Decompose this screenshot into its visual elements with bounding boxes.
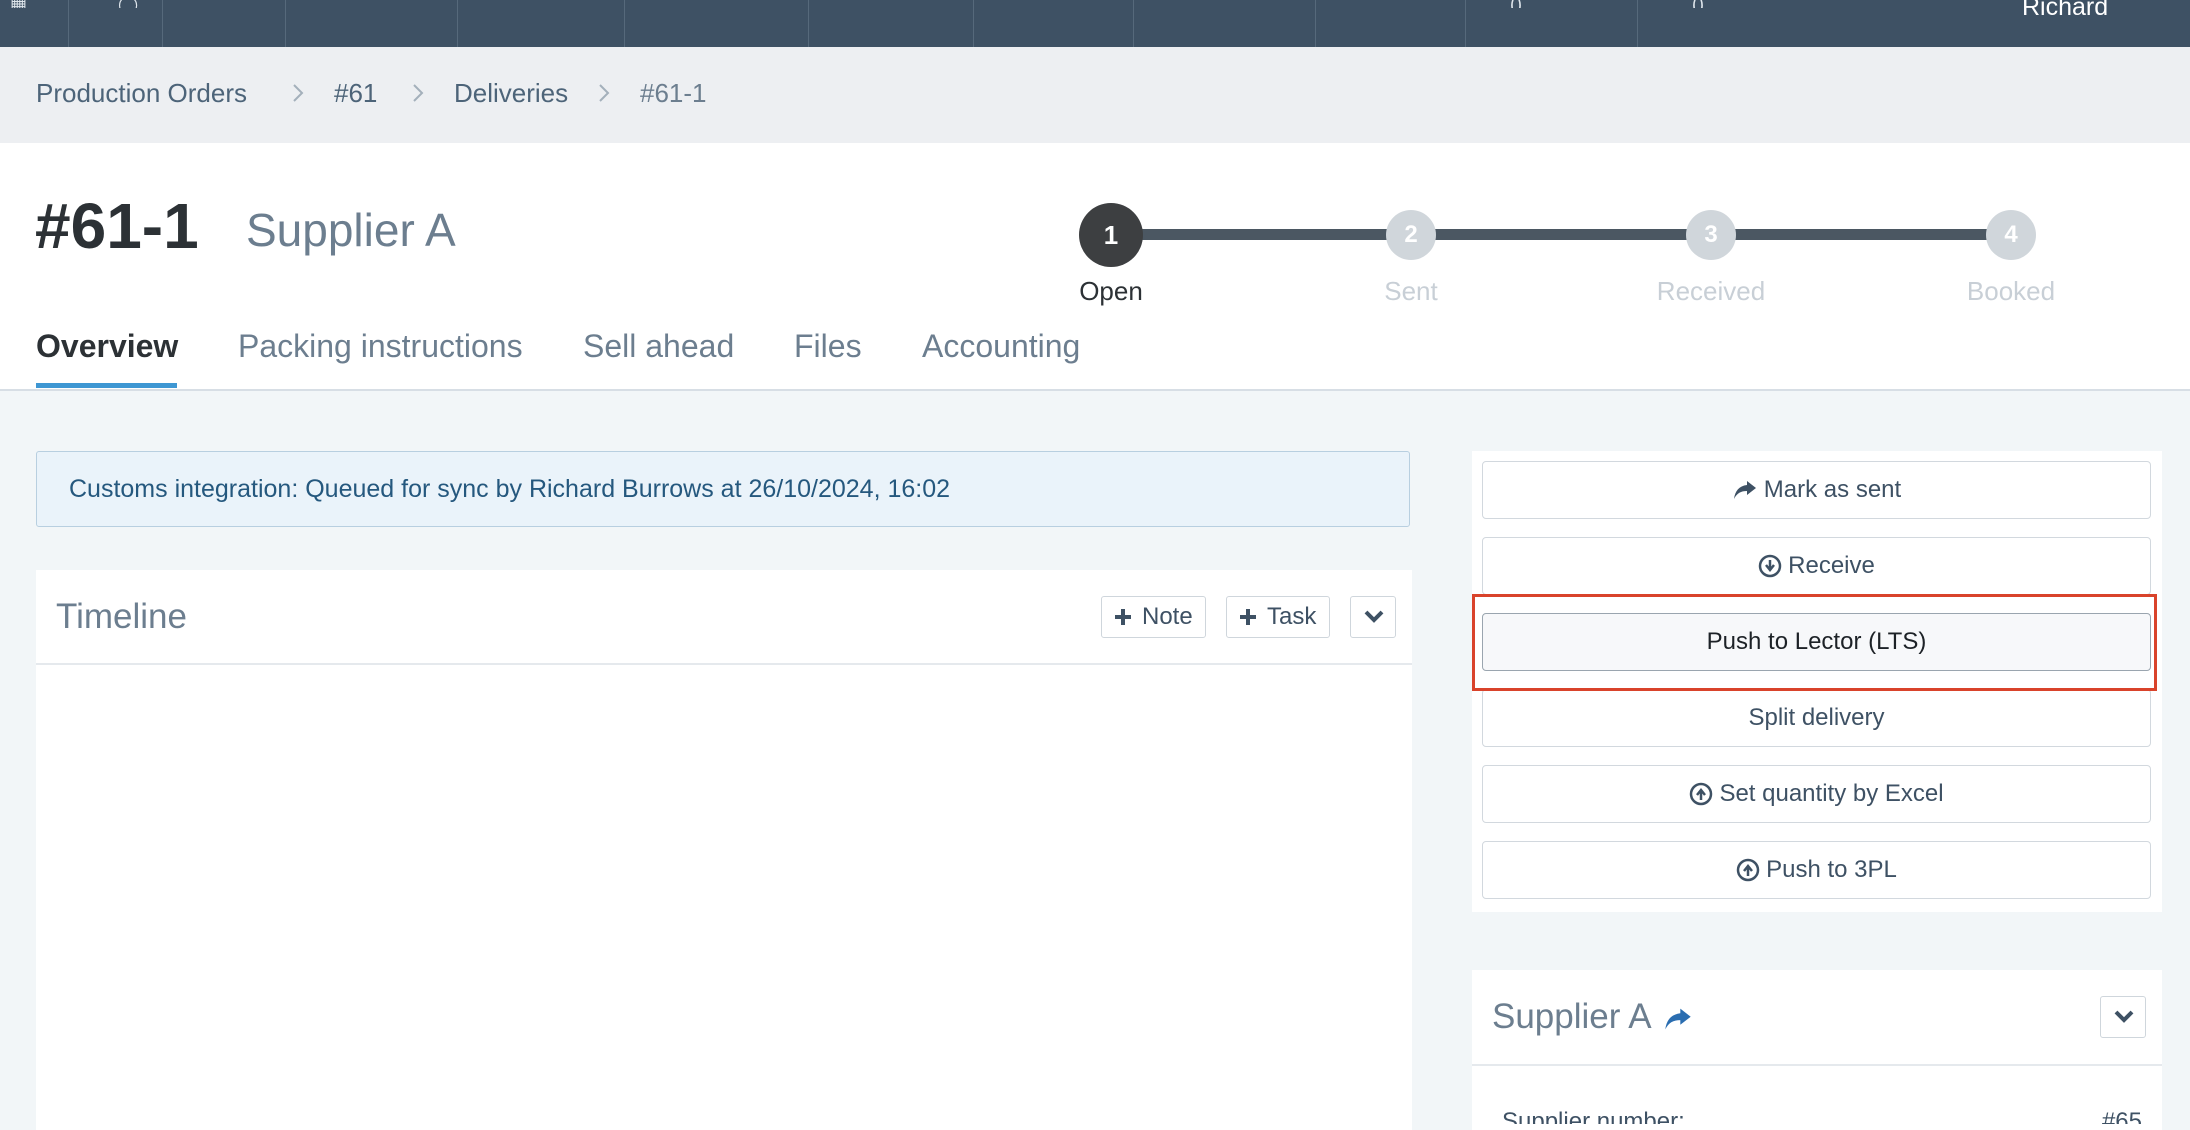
nav-item-icon[interactable]: () ,,, , [1692, 0, 1792, 8]
timeline-title: Timeline [56, 597, 187, 636]
download-circle-icon [1758, 554, 1782, 578]
breadcrumb-production-orders[interactable]: Production Orders [36, 77, 247, 109]
add-task-label: Task [1267, 603, 1317, 630]
nav-item-icon[interactable]: , [928, 0, 940, 8]
split-delivery-label: Split delivery [1748, 704, 1885, 731]
nav-item-icon[interactable]: () [1510, 0, 1528, 8]
supplier-card-title[interactable]: Supplier A [1492, 996, 1693, 1038]
supplier-subtitle: Supplier A [246, 204, 456, 256]
status-progress-line [1111, 229, 2011, 240]
search-icon[interactable]: ◯ [118, 0, 138, 8]
user-name[interactable]: Richard [2022, 0, 2108, 20]
nav-divider [1637, 0, 1638, 47]
nav-item-icon[interactable]: , [1385, 0, 1397, 8]
customs-sync-alert: Customs integration: Queued for sync by … [36, 451, 1410, 527]
tab-accounting[interactable]: Accounting [922, 326, 1080, 366]
chevron-down-icon [1364, 610, 1384, 623]
status-label-booked: Booked [1966, 276, 2056, 306]
breadcrumb-order[interactable]: #61 [334, 77, 377, 109]
status-label-received: Received [1656, 276, 1766, 306]
set-quantity-by-excel-button[interactable]: Set quantity by Excel [1482, 765, 2151, 823]
supplier-number-row: Supplier number: #65 [1502, 1104, 2142, 1124]
highlight-box [1472, 594, 2157, 691]
nav-divider [1315, 0, 1316, 47]
tab-sell-ahead[interactable]: Sell ahead [583, 326, 734, 366]
breadcrumb-deliveries[interactable]: Deliveries [454, 77, 568, 109]
add-task-button[interactable]: Task [1226, 596, 1330, 638]
timeline-header: Timeline Note Task [36, 570, 1412, 665]
nav-divider [457, 0, 458, 47]
tab-packing-instructions[interactable]: Packing instructions [238, 326, 523, 366]
timeline-collapse-button[interactable] [1350, 596, 1396, 638]
supplier-collapse-button[interactable] [2100, 996, 2146, 1038]
nav-divider [68, 0, 69, 47]
nav-divider [285, 0, 286, 47]
plus-icon [1240, 609, 1256, 625]
active-tab-indicator [36, 383, 177, 388]
status-step-open: 1 [1079, 203, 1143, 267]
nav-divider [973, 0, 974, 47]
nav-divider [1133, 0, 1134, 47]
split-delivery-button[interactable]: Split delivery [1482, 689, 2151, 747]
supplier-number-label: Supplier number: [1502, 1108, 1685, 1124]
add-note-label: Note [1142, 603, 1193, 630]
status-step-booked: 4 [1986, 210, 2036, 260]
receive-label: Receive [1788, 552, 1875, 579]
breadcrumb-current: #61-1 [640, 78, 707, 108]
chevron-right-icon [293, 84, 304, 102]
nav-divider [162, 0, 163, 47]
grid-icon[interactable]: ▦ [10, 0, 36, 8]
upload-circle-icon [1736, 858, 1760, 882]
chevron-right-icon [599, 84, 610, 102]
supplier-card-title-text: Supplier A [1492, 997, 1650, 1036]
supplier-card: Supplier A Supplier number: #65 [1472, 970, 2162, 1130]
top-navigation-bar: ▦ ◯ , , , () () ,,, , Richard [0, 0, 2190, 47]
nav-divider [808, 0, 809, 47]
status-label-open: Open [1079, 276, 1143, 306]
page-title: #61-1 [35, 190, 199, 262]
tab-files[interactable]: Files [794, 326, 862, 366]
chevron-down-icon [2114, 1010, 2134, 1023]
supplier-number-value: #65 [2101, 1108, 2142, 1124]
timeline-card: Timeline Note Task [36, 570, 1412, 1130]
upload-circle-icon [1690, 782, 1713, 806]
breadcrumb [0, 47, 2190, 143]
share-arrow-icon [1733, 481, 1756, 499]
nav-divider [1465, 0, 1466, 47]
mark-as-sent-button[interactable]: Mark as sent [1482, 461, 2151, 519]
push-to-3pl-button[interactable]: Push to 3PL [1482, 841, 2151, 899]
plus-icon [1115, 609, 1131, 625]
chevron-right-icon [413, 84, 424, 102]
status-step-received: 3 [1686, 210, 1736, 260]
nav-item-icon[interactable]: , [578, 0, 590, 8]
tab-overview[interactable]: Overview [36, 326, 178, 366]
receive-button[interactable]: Receive [1482, 537, 2151, 595]
alert-text: Customs integration: Queued for sync by … [69, 475, 951, 503]
push-to-3pl-label: Push to 3PL [1766, 856, 1897, 883]
status-step-sent: 2 [1386, 210, 1436, 260]
set-quantity-by-excel-label: Set quantity by Excel [1719, 780, 1944, 807]
supplier-card-header: Supplier A [1472, 970, 2162, 1066]
add-note-button[interactable]: Note [1101, 596, 1206, 638]
mark-as-sent-label: Mark as sent [1763, 476, 1902, 503]
nav-divider [624, 0, 625, 47]
status-label-sent: Sent [1384, 276, 1438, 306]
share-arrow-icon[interactable] [1663, 1006, 1693, 1032]
